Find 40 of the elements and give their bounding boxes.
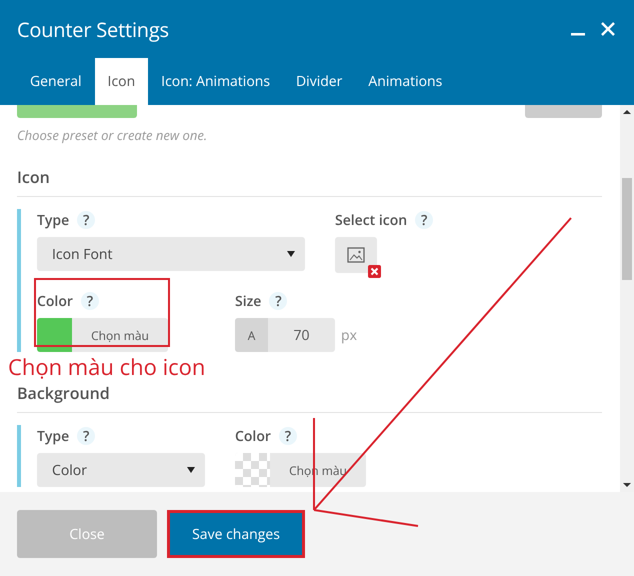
field-label: Color [37, 292, 73, 310]
field-label: Color [235, 426, 271, 446]
close-icon[interactable] [600, 21, 616, 37]
scrollbar[interactable] [620, 105, 634, 492]
unit-label: px [341, 326, 357, 344]
tab[interactable]: General [17, 58, 95, 105]
section-heading: Icon [17, 166, 602, 197]
type-dropdown[interactable]: Icon Font [37, 237, 305, 271]
tab[interactable]: Icon: Animations [148, 58, 284, 105]
save-button[interactable]: Save changes [167, 510, 305, 558]
caret-icon [187, 467, 195, 473]
help-button[interactable]: ? [77, 427, 96, 445]
color-swatch [235, 453, 270, 487]
color-picker[interactable]: Chọn màu [37, 318, 168, 352]
size-input[interactable]: A 70 [235, 318, 335, 352]
help-button[interactable]: ? [278, 427, 297, 445]
icon-picker[interactable] [335, 237, 377, 273]
tab[interactable]: Icon [94, 58, 148, 105]
preset-hint: Choose preset or create new one. [17, 126, 208, 146]
help-button[interactable]: ? [77, 211, 96, 229]
color-button-label: Chọn màu [90, 326, 150, 346]
remove-icon[interactable] [368, 265, 381, 278]
section-heading: Background [17, 382, 602, 413]
image-icon [347, 247, 365, 263]
field-label: Size [235, 292, 262, 310]
tab[interactable]: Animations [355, 58, 456, 105]
field-label: Type [37, 426, 70, 446]
tab[interactable]: Divider [283, 58, 356, 105]
field-label: Type [37, 210, 70, 230]
annotation-note: Chọn màu cho icon [8, 352, 206, 382]
help-button[interactable]: ? [269, 292, 288, 310]
help-button[interactable]: ? [80, 292, 99, 310]
help-button[interactable]: ? [415, 211, 434, 229]
scrollbar-thumb[interactable] [622, 178, 632, 280]
field-label: Select icon [335, 210, 408, 230]
input-prefix: A [235, 318, 268, 352]
caret-icon [287, 251, 295, 257]
input-value: 70 [292, 324, 310, 346]
window-title: Counter Settings [17, 16, 170, 42]
type-dropdown[interactable]: Color [37, 453, 205, 487]
